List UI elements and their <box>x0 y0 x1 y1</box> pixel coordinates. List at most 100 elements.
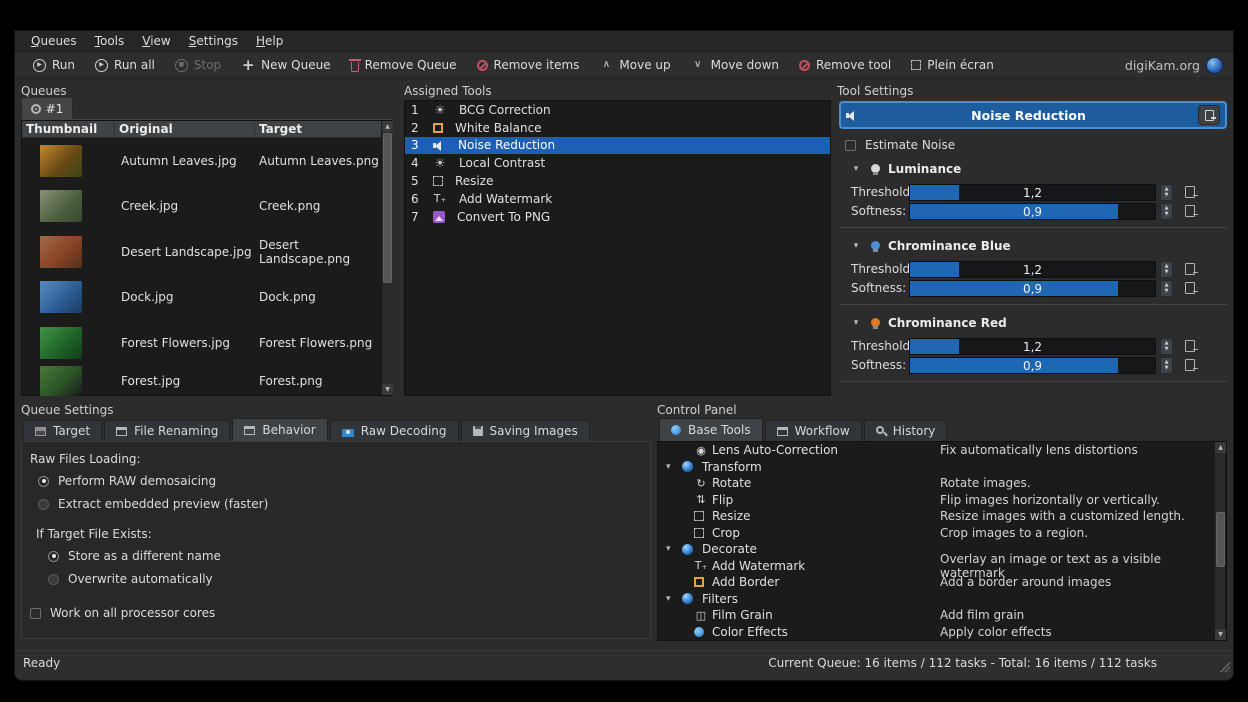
toolbar-remove-items-button[interactable]: Remove items <box>469 55 588 75</box>
target-filename: Desert Landscape.png <box>255 238 391 266</box>
radio-perform-raw-demosaicing[interactable]: Perform RAW demosaicing <box>38 474 650 488</box>
section-luminance[interactable]: ▾ Luminance <box>837 158 1229 183</box>
chrominance-red-threshold-label: Threshold: <box>837 339 909 353</box>
menu-queues[interactable]: Queues <box>23 32 85 50</box>
tree-item-flip[interactable]: ⇅FlipFlip images horizontally or vertica… <box>658 492 1226 509</box>
luminance-softness-slider[interactable]: 0,9 <box>909 203 1156 220</box>
no-entry-icon <box>799 60 810 71</box>
tree-group-filters[interactable]: ▾Filters <box>658 591 1226 608</box>
tree-group-transform[interactable]: ▾Transform <box>658 459 1226 476</box>
collapse-arrow-icon[interactable]: ▾ <box>666 544 671 554</box>
scroll-down-icon[interactable]: ▼ <box>1215 629 1226 640</box>
column-header-thumbnail[interactable]: Thumbnail <box>22 121 115 137</box>
section-chrominance-red[interactable]: ▾Chrominance Red <box>837 312 1229 337</box>
assigned-tool-local-contrast[interactable]: 4☀Local Contrast <box>405 154 830 172</box>
toolbar-remove-queue-button[interactable]: Remove Queue <box>343 55 465 75</box>
spinbox-arrows[interactable]: ▲▼ <box>1160 357 1173 374</box>
toolbar-run-all-button[interactable]: ▶Run all <box>87 55 163 75</box>
tree-item-rotate[interactable]: ↻RotateRotate images. <box>658 475 1226 492</box>
chrominance-red-threshold-slider[interactable]: 1,2 <box>909 338 1156 355</box>
control-panel-scrollbar[interactable]: ▲ ▼ <box>1214 442 1225 640</box>
tree-item-color-effects[interactable]: Color EffectsApply color effects <box>658 624 1226 641</box>
queue-settings-tab-behavior[interactable]: Behavior <box>232 418 327 441</box>
menu-tools[interactable]: Tools <box>87 32 133 50</box>
reset-to-default-button[interactable] <box>1185 340 1195 352</box>
queue-item-row[interactable]: Forest Flowers.jpgForest Flowers.png <box>22 320 391 366</box>
reset-to-default-button[interactable] <box>1185 205 1195 217</box>
queue-tab-1[interactable]: #1 <box>21 97 73 120</box>
column-header-original[interactable]: Original <box>115 121 255 137</box>
toolbar-stop-button[interactable]: ■Stop <box>167 55 229 75</box>
menu-settings[interactable]: Settings <box>181 32 246 50</box>
checkbox-all-processor-cores[interactable]: Work on all processor cores <box>30 606 650 620</box>
tool-help-button[interactable] <box>1198 105 1220 125</box>
collapse-arrow-icon[interactable]: ▾ <box>849 316 863 330</box>
collapse-arrow-icon[interactable]: ▾ <box>849 239 863 253</box>
toolbar-plein-cran-button[interactable]: Plein écran <box>903 55 1002 75</box>
radio-overwrite-automatically[interactable]: Overwrite automatically <box>48 572 650 586</box>
queue-settings-tab-saving-images[interactable]: Saving Images <box>461 420 590 441</box>
assigned-tool-bcg-correction[interactable]: 1☀BCG Correction <box>405 101 830 119</box>
section-chrominance-blue[interactable]: ▾Chrominance Blue <box>837 235 1229 260</box>
assigned-tool-resize[interactable]: 5Resize <box>405 172 830 190</box>
assigned-tool-noise-reduction[interactable]: 3Noise Reduction <box>405 137 830 155</box>
queue-item-row[interactable]: Creek.jpgCreek.png <box>22 184 391 230</box>
assigned-tool-convert-to-png[interactable]: 7Convert To PNG <box>405 208 830 226</box>
reset-to-default-button[interactable] <box>1185 186 1195 198</box>
toolbar-remove-tool-button[interactable]: Remove tool <box>791 55 899 75</box>
menu-help[interactable]: Help <box>248 32 291 50</box>
assigned-tool-white-balance[interactable]: 2White Balance <box>405 119 830 137</box>
queue-settings-tab-target[interactable]: Target <box>23 420 102 441</box>
collapse-arrow-icon[interactable]: ▾ <box>666 462 671 472</box>
tree-item-add-watermark[interactable]: T₊Add WatermarkOverlay an image or text … <box>658 558 1226 575</box>
toolbar-run-button[interactable]: ▶Run <box>25 55 83 75</box>
luminance-threshold-slider[interactable]: 1,2 <box>909 184 1156 201</box>
reset-to-default-button[interactable] <box>1185 263 1195 275</box>
tool-label: Convert To PNG <box>455 210 550 224</box>
spinbox-arrows[interactable]: ▲▼ <box>1160 261 1173 278</box>
queue-item-row[interactable]: Forest.jpgForest.png <box>22 366 391 396</box>
reset-to-default-button[interactable] <box>1185 282 1195 294</box>
estimate-noise-checkbox[interactable]: Estimate Noise <box>845 138 955 152</box>
spinbox-arrows[interactable]: ▲▼ <box>1160 184 1173 201</box>
spinbox-arrows[interactable]: ▲▼ <box>1160 338 1173 355</box>
spinbox-arrows[interactable]: ▲▼ <box>1160 203 1173 220</box>
tree-item-lens-auto-correction[interactable]: ◉Lens Auto-CorrectionFix automatically l… <box>658 442 1226 459</box>
scrollbar-thumb[interactable] <box>383 133 392 283</box>
toolbar-move-up-button[interactable]: ∧Move up <box>591 55 678 75</box>
menu-view[interactable]: View <box>134 32 178 50</box>
spinbox-arrows[interactable]: ▲▼ <box>1160 280 1173 297</box>
collapse-arrow-icon[interactable]: ▾ <box>666 594 671 604</box>
queues-scrollbar[interactable]: ▲ ▼ <box>381 121 392 395</box>
chrominance-blue-threshold-slider[interactable]: 1,2 <box>909 261 1156 278</box>
assigned-tool-add-watermark[interactable]: 6T₊Add Watermark <box>405 190 830 208</box>
radio-extract-embedded-preview[interactable]: Extract embedded preview (faster) <box>38 497 650 511</box>
chrominance-blue-softness-slider[interactable]: 0,9 <box>909 280 1156 297</box>
toolbar-move-down-button[interactable]: ∨Move down <box>683 55 787 75</box>
queue-item-row[interactable]: Desert Landscape.jpgDesert Landscape.png <box>22 229 391 275</box>
section-title: Luminance <box>888 162 961 176</box>
queue-item-row[interactable]: Dock.jpgDock.png <box>22 275 391 321</box>
queue-settings-tab-raw-decoding[interactable]: Raw Decoding <box>330 420 459 441</box>
tree-item-crop[interactable]: CropCrop images to a region. <box>658 525 1226 542</box>
queue-item-row[interactable]: Autumn Leaves.jpgAutumn Leaves.png <box>22 138 391 184</box>
control-panel-tab-workflow[interactable]: Workflow <box>765 420 862 441</box>
scroll-down-icon[interactable]: ▼ <box>382 384 393 395</box>
resize-grip[interactable] <box>1220 662 1230 672</box>
reset-to-default-button[interactable] <box>1185 359 1195 371</box>
collapse-arrow-icon[interactable]: ▾ <box>849 162 863 176</box>
control-panel-tab-history[interactable]: History <box>864 420 948 441</box>
control-panel-tab-base-tools[interactable]: Base Tools <box>659 418 763 441</box>
tree-item-add-border[interactable]: Add BorderAdd a border around images <box>658 574 1226 591</box>
radio-store-different-name[interactable]: Store as a different name <box>48 549 650 563</box>
chrominance-red-softness-slider[interactable]: 0,9 <box>909 357 1156 374</box>
column-header-target[interactable]: Target <box>255 121 391 137</box>
scroll-up-icon[interactable]: ▲ <box>382 121 393 132</box>
scroll-up-icon[interactable]: ▲ <box>1215 442 1226 453</box>
queue-settings-tab-file-renaming[interactable]: File Renaming <box>104 420 230 441</box>
toolbar-new-queue-button[interactable]: +New Queue <box>233 55 338 75</box>
checkbox-icon <box>845 140 856 151</box>
tree-item-resize[interactable]: ResizeResize images with a customized le… <box>658 508 1226 525</box>
scrollbar-thumb[interactable] <box>1216 512 1225 567</box>
tree-item-film-grain[interactable]: ◫Film GrainAdd film grain <box>658 607 1226 624</box>
